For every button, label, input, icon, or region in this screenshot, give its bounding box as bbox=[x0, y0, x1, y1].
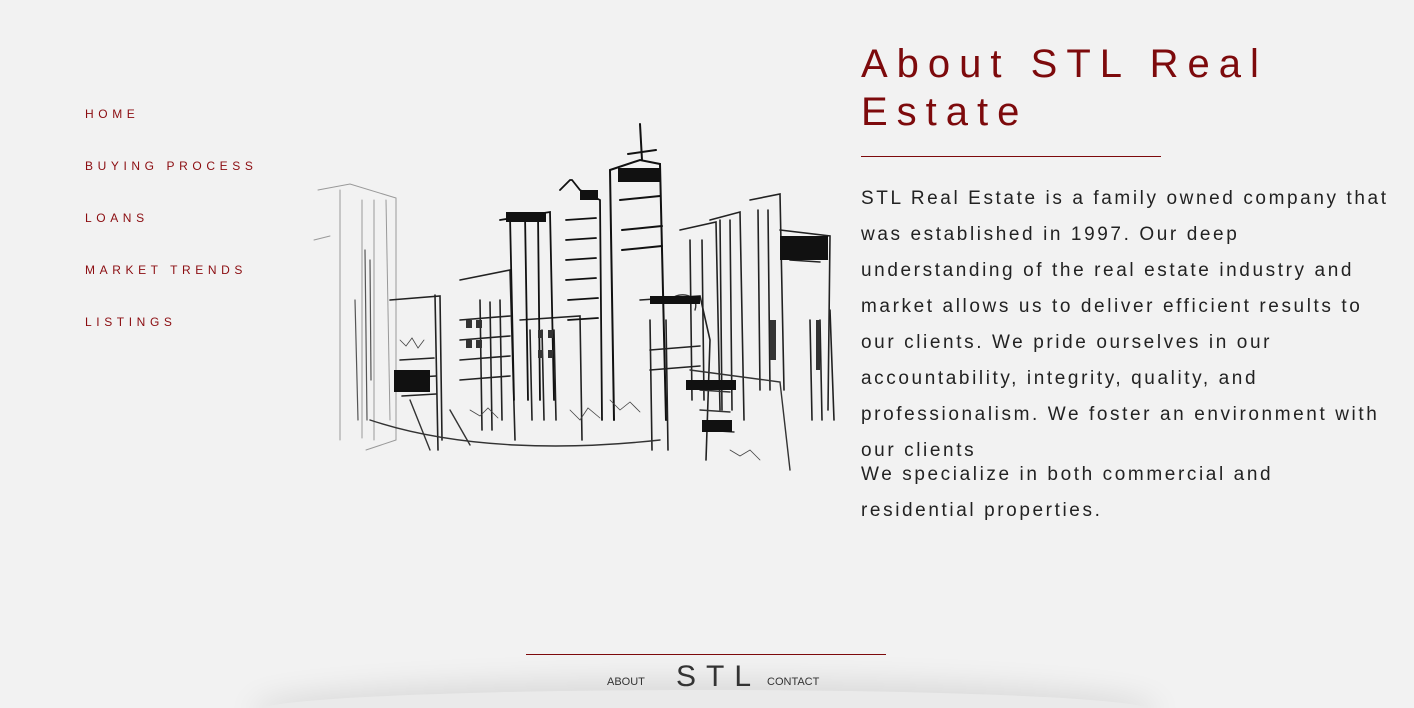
nav-item-home[interactable]: HOME bbox=[85, 104, 257, 156]
page-title: About STL Real Estate bbox=[861, 42, 1268, 134]
footer-about-link[interactable]: ABOUT bbox=[607, 676, 645, 688]
nav-item-loans[interactable]: LOANS bbox=[85, 208, 257, 260]
footer-divider bbox=[526, 654, 886, 655]
nav-item-listings[interactable]: LISTINGS bbox=[85, 312, 257, 364]
footer-contact-link[interactable]: CONTACT bbox=[767, 676, 819, 688]
nav-item-market-trends[interactable]: MARKET TRENDS bbox=[85, 260, 257, 312]
about-paragraph: STL Real Estate is a family owned compan… bbox=[861, 188, 1389, 461]
main-nav: HOME BUYING PROCESS LOANS MARKET TRENDS … bbox=[85, 104, 257, 364]
city-skyline-sketch-image bbox=[313, 123, 835, 471]
footer-logo[interactable]: STL bbox=[676, 660, 761, 694]
specialty-paragraph: We specialize in both commercial and res… bbox=[861, 464, 1274, 521]
title-divider bbox=[861, 156, 1161, 157]
nav-item-buying-process[interactable]: BUYING PROCESS bbox=[85, 156, 257, 208]
